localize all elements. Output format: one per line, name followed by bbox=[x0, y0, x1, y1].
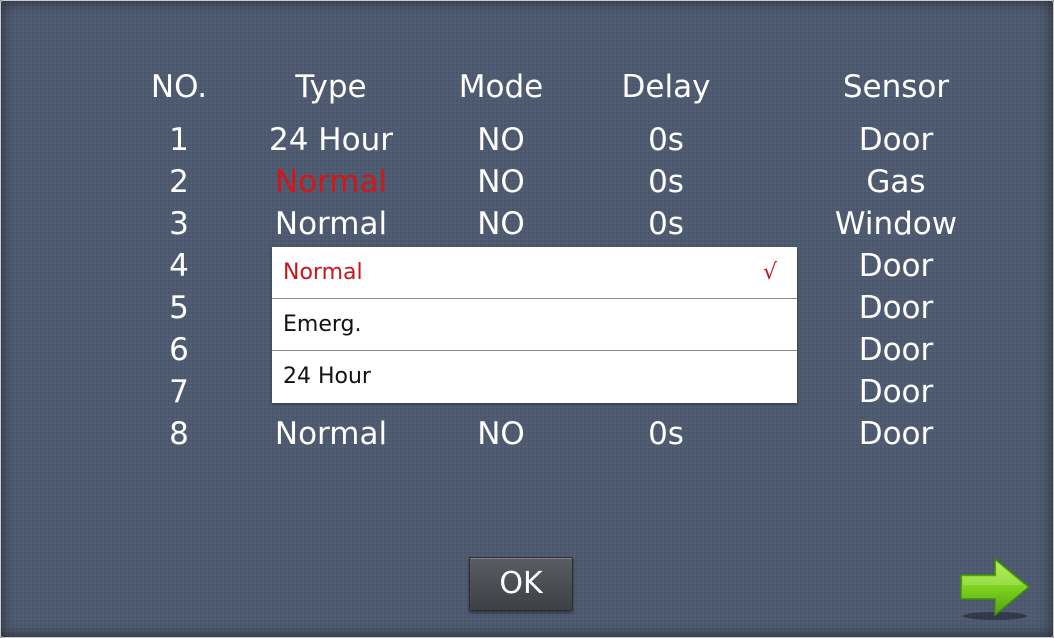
type-cell[interactable]: 24 Hour bbox=[246, 120, 416, 160]
arrow-right-icon bbox=[960, 557, 1031, 620]
dropdown-option-normal[interactable]: Normal √ bbox=[272, 247, 797, 299]
sensor-cell[interactable]: Door bbox=[816, 330, 976, 370]
dropdown-option-24-hour[interactable]: 24 Hour bbox=[272, 351, 797, 403]
sensor-cell[interactable]: Window bbox=[816, 204, 976, 244]
row-number: 2 bbox=[169, 164, 189, 200]
table-row: 2 Normal NO 0s Gas bbox=[1, 162, 1054, 202]
delay-cell[interactable]: 0s bbox=[601, 120, 731, 160]
sensor-cell[interactable]: Door bbox=[816, 120, 976, 160]
table-row: 8 Normal NO 0s Door bbox=[1, 414, 1054, 454]
table-row: 1 24 Hour NO 0s Door bbox=[1, 120, 1054, 160]
row-number: 7 bbox=[169, 374, 189, 410]
header-type: Type bbox=[295, 69, 367, 105]
row-number: 4 bbox=[169, 248, 189, 284]
delay-cell[interactable]: 0s bbox=[601, 204, 731, 244]
sensor-cell[interactable]: Door bbox=[816, 372, 976, 412]
sensor-cell[interactable]: Door bbox=[816, 288, 976, 328]
row-number: 6 bbox=[169, 332, 189, 368]
delay-cell[interactable]: 0s bbox=[601, 162, 731, 202]
header-no: NO. bbox=[150, 69, 208, 105]
sensor-cell[interactable]: Gas bbox=[816, 162, 976, 202]
table-row: 3 Normal NO 0s Window bbox=[1, 204, 1054, 244]
mode-cell[interactable]: NO bbox=[441, 162, 561, 202]
zone-settings-screen: NO. Type Mode Delay Sensor 1 24 Hour NO … bbox=[0, 0, 1054, 638]
checkmark-icon: √ bbox=[762, 260, 777, 285]
option-label: 24 Hour bbox=[283, 364, 371, 389]
header-sensor: Sensor bbox=[842, 69, 950, 105]
type-cell[interactable]: Normal bbox=[246, 204, 416, 244]
row-number: 5 bbox=[169, 290, 189, 326]
delay-cell[interactable]: 0s bbox=[601, 414, 731, 454]
sensor-cell[interactable]: Door bbox=[816, 414, 976, 454]
dropdown-option-emerg[interactable]: Emerg. bbox=[272, 299, 797, 351]
row-number: 8 bbox=[169, 416, 189, 452]
option-label: Normal bbox=[283, 260, 363, 285]
ok-button[interactable]: OK bbox=[469, 557, 573, 611]
type-cell-selected[interactable]: Normal bbox=[246, 162, 416, 202]
type-cell[interactable]: Normal bbox=[246, 414, 416, 454]
header-delay: Delay bbox=[621, 69, 711, 105]
row-number: 1 bbox=[169, 122, 189, 158]
header-mode: Mode bbox=[458, 69, 544, 105]
sensor-cell[interactable]: Door bbox=[816, 246, 976, 286]
type-dropdown: Normal √ Emerg. 24 Hour bbox=[272, 247, 797, 403]
mode-cell[interactable]: NO bbox=[441, 120, 561, 160]
mode-cell[interactable]: NO bbox=[441, 414, 561, 454]
row-number: 3 bbox=[169, 206, 189, 242]
next-button[interactable] bbox=[957, 553, 1033, 623]
option-label: Emerg. bbox=[283, 312, 362, 337]
mode-cell[interactable]: NO bbox=[441, 204, 561, 244]
